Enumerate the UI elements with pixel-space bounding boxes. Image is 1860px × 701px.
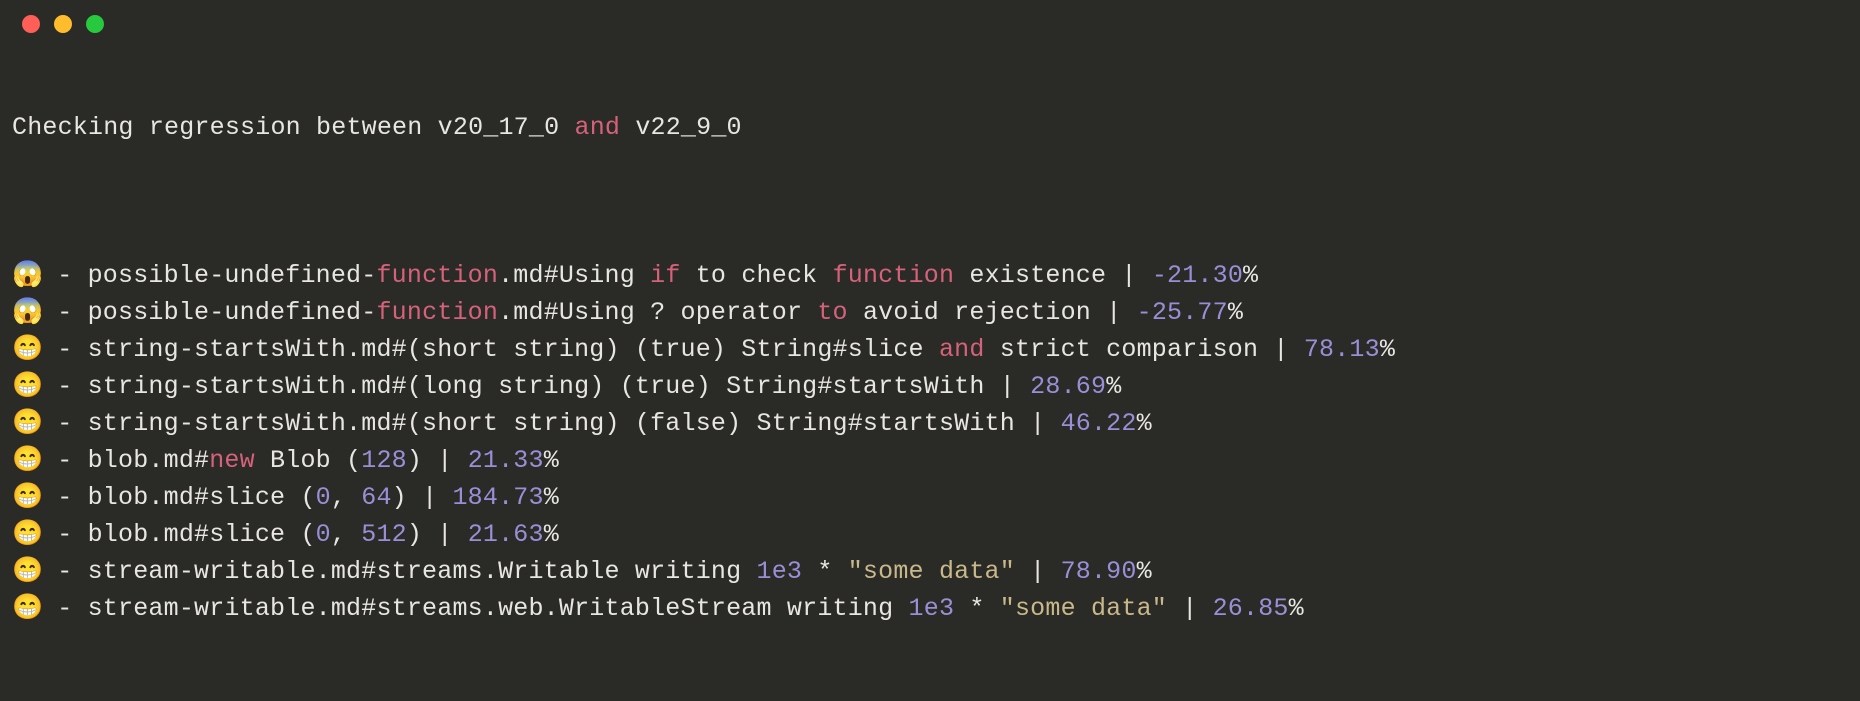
benchmark-row: 😱 - possible-undefined-function.md#Using…: [12, 294, 1848, 331]
text-segment: ,: [331, 483, 361, 512]
text-segment: 0: [316, 483, 331, 512]
text-segment: %: [1106, 372, 1121, 401]
header-and: and: [559, 113, 635, 142]
benchmark-row: 😁 - stream-writable.md#streams.Writable …: [12, 553, 1848, 590]
zoom-icon[interactable]: [86, 15, 104, 33]
text-segment: function: [376, 298, 498, 327]
text-segment: 46.22: [1061, 409, 1137, 438]
text-segment: avoid rejection |: [848, 298, 1137, 327]
text-segment: 512: [361, 520, 407, 549]
text-segment: and: [939, 335, 985, 364]
grin-icon: 😁: [12, 331, 42, 368]
blank-line: [12, 183, 1848, 220]
grin-icon: 😁: [12, 516, 42, 553]
grin-icon: 😁: [12, 479, 42, 516]
benchmark-row: 😁 - blob.md#slice (0, 64) | 184.73%: [12, 479, 1848, 516]
text-segment: -25.77: [1137, 298, 1228, 327]
text-segment: %: [544, 520, 559, 549]
benchmark-row: 😱 - possible-undefined-function.md#Using…: [12, 257, 1848, 294]
scream-icon: 😱: [12, 294, 42, 331]
text-segment: - possible-undefined-: [42, 298, 376, 327]
terminal-window: Checking regression between v20_17_0 and…: [0, 0, 1860, 662]
text-segment: *: [954, 594, 1000, 623]
text-segment: %: [1243, 261, 1258, 290]
window-titlebar: [0, 0, 1860, 48]
text-segment: 184.73: [452, 483, 543, 512]
text-segment: Blob (: [255, 446, 361, 475]
scream-icon: 😱: [12, 257, 42, 294]
version-from: v20_17_0: [438, 113, 560, 142]
benchmark-row: 😁 - blob.md#new Blob (128) | 21.33%: [12, 442, 1848, 479]
grin-icon: 😁: [12, 553, 42, 590]
text-segment: %: [1137, 409, 1152, 438]
text-segment: - blob.md#: [42, 446, 209, 475]
text-segment: - possible-undefined-: [42, 261, 376, 290]
text-segment: - string-startsWith.md#(long string) (tr…: [42, 372, 1030, 401]
text-segment: 78.13: [1304, 335, 1380, 364]
text-segment: .md#Using: [498, 261, 650, 290]
benchmark-rows: 😱 - possible-undefined-function.md#Using…: [12, 257, 1848, 627]
text-segment: - stream-writable.md#streams.web.Writabl…: [42, 594, 909, 623]
text-segment: - string-startsWith.md#(short string) (f…: [42, 409, 1061, 438]
text-segment: 21.63: [468, 520, 544, 549]
text-segment: 78.90: [1061, 557, 1137, 586]
text-segment: if: [650, 261, 680, 290]
text-segment: function: [376, 261, 498, 290]
text-segment: strict comparison |: [985, 335, 1304, 364]
text-segment: ) |: [407, 520, 468, 549]
text-segment: %: [1289, 594, 1304, 623]
header-line: Checking regression between v20_17_0 and…: [12, 109, 1848, 146]
text-segment: -21.30: [1152, 261, 1243, 290]
text-segment: 64: [361, 483, 391, 512]
benchmark-row: 😁 - blob.md#slice (0, 512) | 21.63%: [12, 516, 1848, 553]
header-prefix: Checking regression between: [12, 113, 438, 142]
close-icon[interactable]: [22, 15, 40, 33]
text-segment: 0: [316, 520, 331, 549]
text-segment: 26.85: [1213, 594, 1289, 623]
text-segment: to check: [681, 261, 833, 290]
text-segment: ) |: [392, 483, 453, 512]
text-segment: - blob.md#slice (: [42, 520, 316, 549]
text-segment: %: [1228, 298, 1243, 327]
text-segment: %: [1380, 335, 1395, 364]
text-segment: ,: [331, 520, 361, 549]
minimize-icon[interactable]: [54, 15, 72, 33]
text-segment: - string-startsWith.md#(short string) (t…: [42, 335, 939, 364]
text-segment: function: [833, 261, 955, 290]
text-segment: ) |: [407, 446, 468, 475]
text-segment: .md#Using ? operator: [498, 298, 817, 327]
benchmark-row: 😁 - string-startsWith.md#(long string) (…: [12, 368, 1848, 405]
text-segment: 1e3: [757, 557, 803, 586]
grin-icon: 😁: [12, 442, 42, 479]
grin-icon: 😁: [12, 405, 42, 442]
text-segment: 21.33: [468, 446, 544, 475]
benchmark-row: 😁 - stream-writable.md#streams.web.Writa…: [12, 590, 1848, 627]
text-segment: to: [817, 298, 847, 327]
grin-icon: 😁: [12, 368, 42, 405]
version-to: v22_9_0: [635, 113, 741, 142]
text-segment: |: [1167, 594, 1213, 623]
text-segment: %: [1137, 557, 1152, 586]
text-segment: 1e3: [909, 594, 955, 623]
grin-icon: 😁: [12, 590, 42, 627]
text-segment: *: [802, 557, 848, 586]
text-segment: 28.69: [1030, 372, 1106, 401]
benchmark-row: 😁 - string-startsWith.md#(short string) …: [12, 331, 1848, 368]
text-segment: - stream-writable.md#streams.Writable wr…: [42, 557, 757, 586]
text-segment: "some data": [1000, 594, 1167, 623]
terminal-output: Checking regression between v20_17_0 and…: [0, 48, 1860, 701]
text-segment: new: [209, 446, 255, 475]
text-segment: %: [544, 446, 559, 475]
benchmark-row: 😁 - string-startsWith.md#(short string) …: [12, 405, 1848, 442]
text-segment: 128: [361, 446, 407, 475]
text-segment: "some data": [848, 557, 1015, 586]
text-segment: |: [1015, 557, 1061, 586]
text-segment: %: [544, 483, 559, 512]
text-segment: - blob.md#slice (: [42, 483, 316, 512]
text-segment: existence |: [954, 261, 1152, 290]
